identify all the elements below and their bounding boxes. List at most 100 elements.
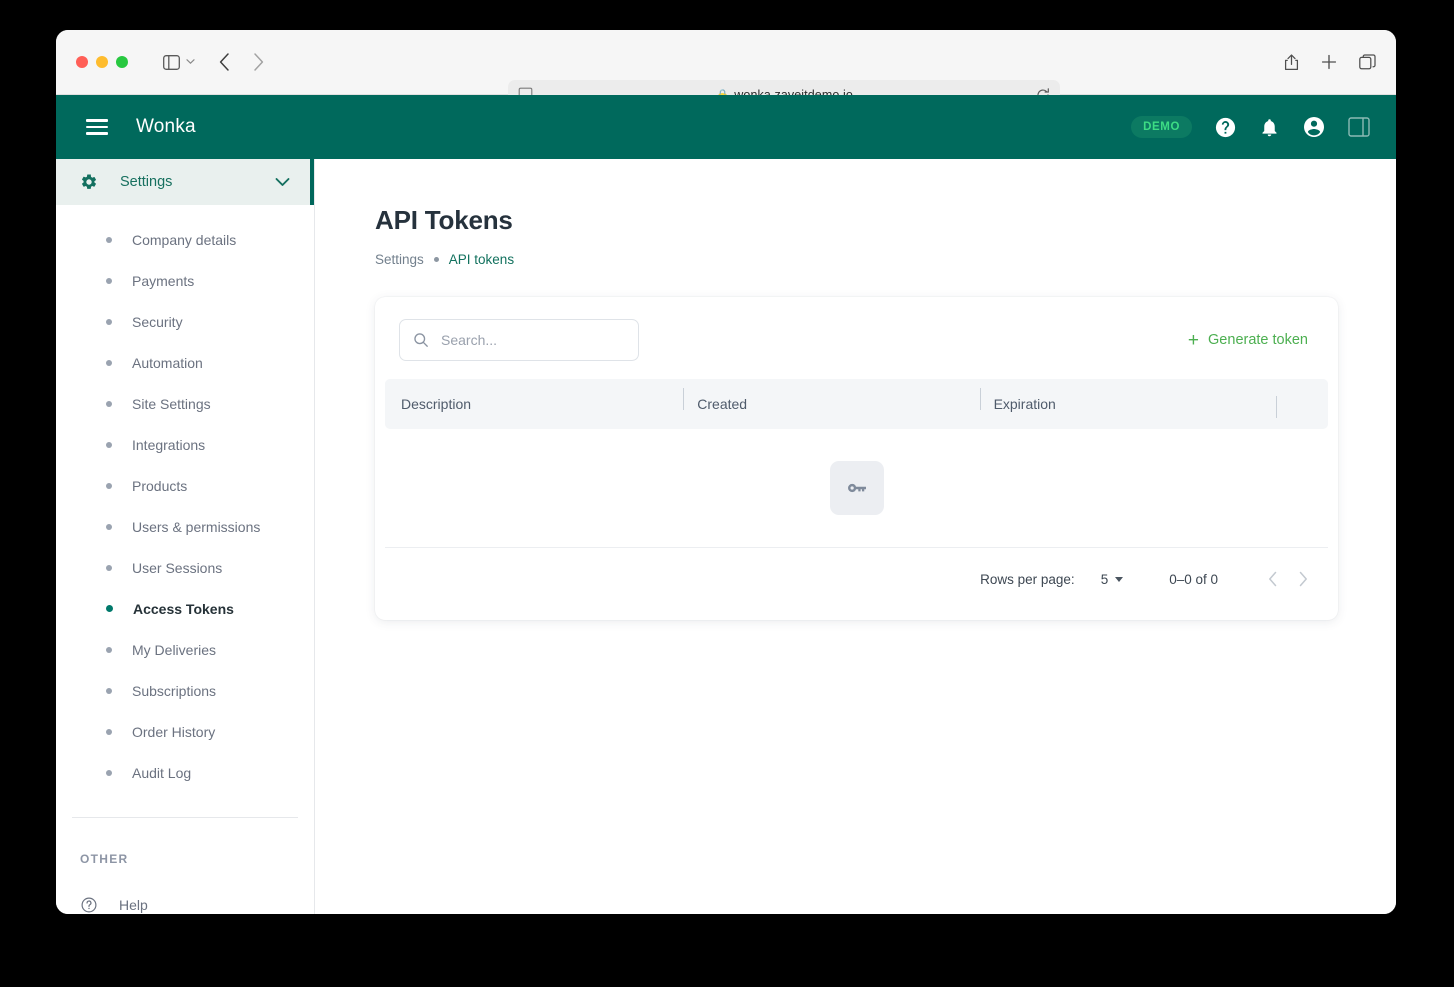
chevron-down-icon[interactable] <box>275 177 290 187</box>
sidebar-section-settings[interactable]: Settings <box>56 159 314 205</box>
breadcrumb-separator-icon <box>433 257 439 262</box>
bullet-icon <box>106 277 112 284</box>
sidebar-item-label: My Deliveries <box>132 641 217 658</box>
right-panel-icon[interactable] <box>1348 117 1370 137</box>
column-header-created[interactable]: Created <box>683 388 979 412</box>
search-icon <box>413 332 429 348</box>
card-toolbar: + Generate token <box>375 297 1338 379</box>
browser-window: 🔒 wonka.zaveitdemo.io <box>56 30 1396 914</box>
sidebar-section-label: Settings <box>120 174 173 190</box>
brand-title: Wonka <box>136 116 196 137</box>
sidebar-item-audit-log[interactable]: Audit Log <box>56 752 314 793</box>
bullet-icon <box>106 441 112 448</box>
sidebar-item-subscriptions[interactable]: Subscriptions <box>56 670 314 711</box>
table-header-row: Description Created Expiration <box>385 379 1328 429</box>
share-icon[interactable] <box>1278 49 1304 75</box>
maximize-window-button[interactable] <box>116 56 128 68</box>
sidebar-toggle-icon[interactable] <box>158 49 184 75</box>
sidebar-item-label: Order History <box>132 723 216 740</box>
sidebar-dropdown-chevron-icon[interactable] <box>186 57 195 68</box>
bullet-icon <box>106 359 112 366</box>
sidebar-item-access-tokens[interactable]: Access Tokens <box>56 588 314 629</box>
sidebar-item-label: Audit Log <box>132 764 192 781</box>
account-circle-icon[interactable] <box>1302 115 1326 139</box>
previous-page-button[interactable] <box>1258 564 1288 594</box>
sidebar-divider <box>72 817 298 818</box>
sidebar-item-label: Subscriptions <box>132 682 217 699</box>
hamburger-menu-icon[interactable] <box>86 119 108 135</box>
browser-chrome: 🔒 wonka.zaveitdemo.io <box>56 30 1396 109</box>
sidebar-item-user-sessions[interactable]: User Sessions <box>56 547 314 588</box>
sidebar-item-label: User Sessions <box>132 559 223 576</box>
forward-arrow-icon[interactable] <box>245 49 271 75</box>
next-page-button[interactable] <box>1288 564 1318 594</box>
bullet-icon <box>106 605 113 612</box>
main-content: API Tokens Settings API tokens Search...… <box>315 159 1396 914</box>
bullet-icon <box>106 646 112 653</box>
rows-per-page-select[interactable]: 5 <box>1101 572 1124 587</box>
sidebar-item-users-permissions[interactable]: Users & permissions <box>56 506 314 547</box>
key-icon <box>829 461 884 515</box>
rows-per-page-label: Rows per page: <box>980 571 1075 587</box>
sidebar-item-payments[interactable]: Payments <box>56 260 314 301</box>
bullet-icon <box>106 687 112 694</box>
app-body: Settings Company details Payments Securi… <box>56 159 1396 914</box>
sidebar-item-security[interactable]: Security <box>56 301 314 342</box>
sidebar-item-company-details[interactable]: Company details <box>56 219 314 260</box>
new-tab-icon[interactable] <box>1316 49 1342 75</box>
search-input[interactable] <box>439 331 603 349</box>
chevron-down-icon <box>1115 576 1124 582</box>
bell-icon[interactable] <box>1259 116 1280 139</box>
bullet-icon <box>106 769 112 776</box>
bullet-icon <box>106 318 112 325</box>
close-window-button[interactable] <box>76 56 88 68</box>
back-arrow-icon[interactable] <box>211 49 237 75</box>
breadcrumb-parent[interactable]: Settings <box>375 252 424 267</box>
sidebar-item-label: Automation <box>132 354 203 371</box>
breadcrumb: Settings API tokens <box>375 252 1396 267</box>
minimize-window-button[interactable] <box>96 56 108 68</box>
sidebar-item-label: Integrations <box>132 436 206 453</box>
plus-icon: + <box>1187 329 1200 351</box>
sidebar-item-label: Site Settings <box>132 395 211 412</box>
sidebar-group-other-label: OTHER <box>80 852 129 866</box>
sidebar-item-my-deliveries[interactable]: My Deliveries <box>56 629 314 670</box>
tokens-card: + Generate token Description Created Exp… <box>375 297 1338 620</box>
app-header: Wonka DEMO <box>56 95 1396 159</box>
tab-overview-icon[interactable] <box>1354 49 1380 75</box>
page-title: API Tokens <box>375 205 513 235</box>
sidebar-item-label: Help <box>119 897 148 913</box>
app-header-actions: DEMO <box>1131 115 1370 139</box>
question-circle-icon <box>80 896 98 914</box>
demo-badge: DEMO <box>1131 116 1192 138</box>
sidebar-item-label: Company details <box>132 231 237 248</box>
sidebar-item-order-history[interactable]: Order History <box>56 711 314 752</box>
bullet-icon <box>106 564 112 571</box>
sidebar-item-label: Security <box>132 313 183 330</box>
sidebar-item-label: Users & permissions <box>132 518 261 535</box>
bullet-icon <box>106 523 112 530</box>
sidebar-nav-list: Company details Payments Security Automa… <box>56 205 314 793</box>
sidebar-item-help[interactable]: Help <box>56 888 314 914</box>
column-header-expiration[interactable]: Expiration <box>979 388 1276 412</box>
pagination: Rows per page: 5 0–0 of 0 <box>375 548 1338 610</box>
search-box[interactable] <box>399 319 639 361</box>
sidebar-item-label: Payments <box>132 272 195 289</box>
gear-icon <box>80 173 98 191</box>
bullet-icon <box>106 400 112 407</box>
generate-token-button[interactable]: + Generate token <box>1188 331 1308 350</box>
bullet-icon <box>106 236 112 243</box>
chrome-right-actions <box>1278 49 1380 75</box>
table-empty-state <box>375 429 1338 547</box>
pagination-range: 0–0 of 0 <box>1169 571 1218 587</box>
sidebar: Settings Company details Payments Securi… <box>56 159 315 914</box>
sidebar-item-products[interactable]: Products <box>56 465 314 506</box>
help-circle-icon[interactable] <box>1214 116 1237 139</box>
sidebar-item-site-settings[interactable]: Site Settings <box>56 383 314 424</box>
sidebar-item-automation[interactable]: Automation <box>56 342 314 383</box>
generate-token-label: Generate token <box>1208 332 1308 348</box>
column-header-description[interactable]: Description <box>385 396 683 412</box>
breadcrumb-current: API tokens <box>448 252 515 267</box>
sidebar-item-integrations[interactable]: Integrations <box>56 424 314 465</box>
rows-per-page-value: 5 <box>1100 571 1109 587</box>
